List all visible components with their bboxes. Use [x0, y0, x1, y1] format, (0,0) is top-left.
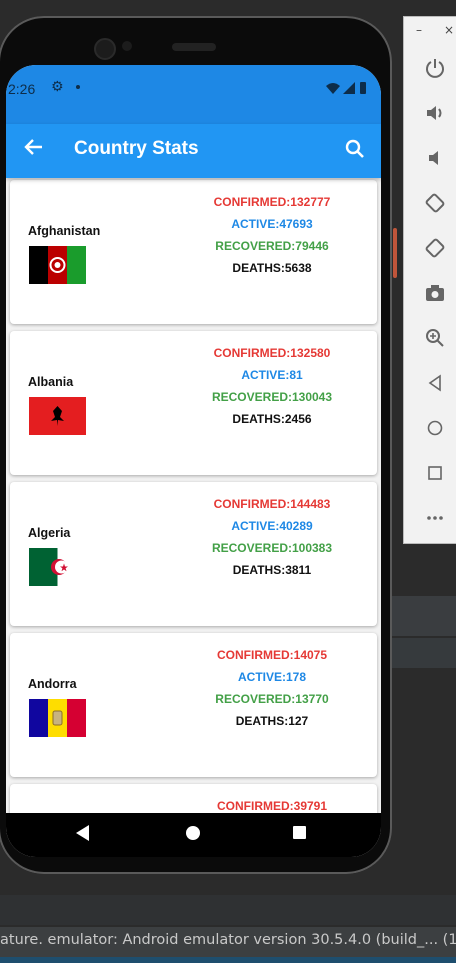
- wifi-signal-battery-icon: [326, 82, 366, 94]
- phone-screen: 2:26 ⚙ Country Stats Afghanistan CONFIRM…: [6, 65, 381, 857]
- more-icon[interactable]: [424, 507, 446, 529]
- country-name: Afghanistan: [28, 224, 101, 238]
- confirmed-count: CONFIRMED:132777: [213, 195, 331, 209]
- stats-block: CONFIRMED:132580 ACTIVE:81 RECOVERED:130…: [192, 345, 352, 433]
- deaths-count: DEATHS:5638: [232, 261, 312, 275]
- minimize-button[interactable]: –: [416, 23, 422, 37]
- ide-status-text: ature. emulator: Android emulator versio…: [0, 932, 456, 948]
- country-card[interactable]: Afghanistan CONFIRMED:132777 ACTIVE:4769…: [10, 180, 377, 324]
- system-status-bar: 2:26 ⚙: [6, 65, 381, 124]
- earpiece-speaker: [172, 43, 216, 51]
- country-card[interactable]: Andorra CONFIRMED:14075 ACTIVE:178 RECOV…: [10, 633, 377, 777]
- zoom-icon[interactable]: [424, 327, 446, 349]
- emulator-toolbar: – ×: [403, 16, 456, 544]
- confirmed-count: CONFIRMED:14075: [216, 648, 328, 662]
- search-icon[interactable]: [343, 137, 369, 163]
- stats-block: CONFIRMED:132777 ACTIVE:47693 RECOVERED:…: [192, 194, 352, 282]
- nav-back-icon[interactable]: [76, 825, 89, 841]
- recovered-count: RECOVERED:13770: [215, 692, 329, 706]
- home-icon[interactable]: [424, 417, 446, 439]
- volume-up-icon[interactable]: [424, 102, 446, 124]
- stats-block: CONFIRMED:144483 ACTIVE:40289 RECOVERED:…: [192, 496, 352, 584]
- country-list[interactable]: Afghanistan CONFIRMED:132777 ACTIVE:4769…: [6, 178, 381, 813]
- signal-battery-icons: [325, 81, 373, 98]
- page-title: Country Stats: [74, 138, 199, 159]
- stats-block: CONFIRMED:39791: [192, 798, 352, 813]
- back-arrow-icon[interactable]: [22, 136, 44, 166]
- afghanistan-flag-icon: [29, 246, 86, 284]
- country-card[interactable]: CONFIRMED:39791: [10, 784, 377, 813]
- country-name: Andorra: [28, 677, 77, 691]
- front-sensor: [122, 41, 132, 51]
- recovered-count: RECOVERED:79446: [215, 239, 329, 253]
- recovered-count: RECOVERED:130043: [211, 390, 333, 404]
- algeria-flag-icon: [29, 548, 86, 586]
- country-name: Algeria: [28, 526, 71, 540]
- volume-down-icon[interactable]: [424, 147, 446, 169]
- close-button[interactable]: ×: [444, 23, 454, 37]
- power-icon[interactable]: [424, 57, 446, 79]
- phone-power-button[interactable]: [393, 228, 397, 278]
- nav-home-icon[interactable]: [186, 826, 200, 840]
- active-count: ACTIVE:178: [237, 670, 307, 684]
- deaths-count: DEATHS:2456: [232, 412, 312, 426]
- status-time: 2:26: [8, 81, 36, 97]
- active-count: ACTIVE:40289: [231, 519, 313, 533]
- android-nav-bar: [6, 813, 381, 857]
- andorra-flag-icon: [29, 699, 86, 737]
- albania-flag-icon: [29, 397, 86, 435]
- back-icon[interactable]: [424, 372, 446, 394]
- app-bar: Country Stats: [6, 124, 381, 178]
- notification-dot-icon: [76, 85, 80, 89]
- deaths-count: DEATHS:3811: [232, 563, 312, 577]
- ide-panel-band: [0, 895, 456, 925]
- rotate-left-icon[interactable]: [424, 192, 446, 214]
- active-count: ACTIVE:47693: [231, 217, 313, 231]
- country-card[interactable]: Algeria CONFIRMED:144483 ACTIVE:40289 RE…: [10, 482, 377, 626]
- confirmed-count: CONFIRMED:39791: [216, 799, 328, 813]
- nav-recents-icon[interactable]: [293, 826, 306, 839]
- front-camera: [94, 38, 116, 60]
- settings-gear-icon: ⚙: [51, 79, 64, 95]
- camera-icon[interactable]: [424, 282, 446, 304]
- ide-status-bar: ature. emulator: Android emulator versio…: [0, 927, 456, 963]
- recovered-count: RECOVERED:100383: [211, 541, 333, 555]
- rotate-right-icon[interactable]: [424, 237, 446, 259]
- active-count: ACTIVE:81: [241, 368, 303, 382]
- overview-icon[interactable]: [424, 462, 446, 484]
- ide-bottom-strip: [0, 957, 456, 963]
- stats-block: CONFIRMED:14075 ACTIVE:178 RECOVERED:137…: [192, 647, 352, 735]
- country-card[interactable]: Albania CONFIRMED:132580 ACTIVE:81 RECOV…: [10, 331, 377, 475]
- deaths-count: DEATHS:127: [235, 714, 309, 728]
- country-name: Albania: [28, 375, 74, 389]
- confirmed-count: CONFIRMED:132580: [213, 346, 331, 360]
- confirmed-count: CONFIRMED:144483: [213, 497, 331, 511]
